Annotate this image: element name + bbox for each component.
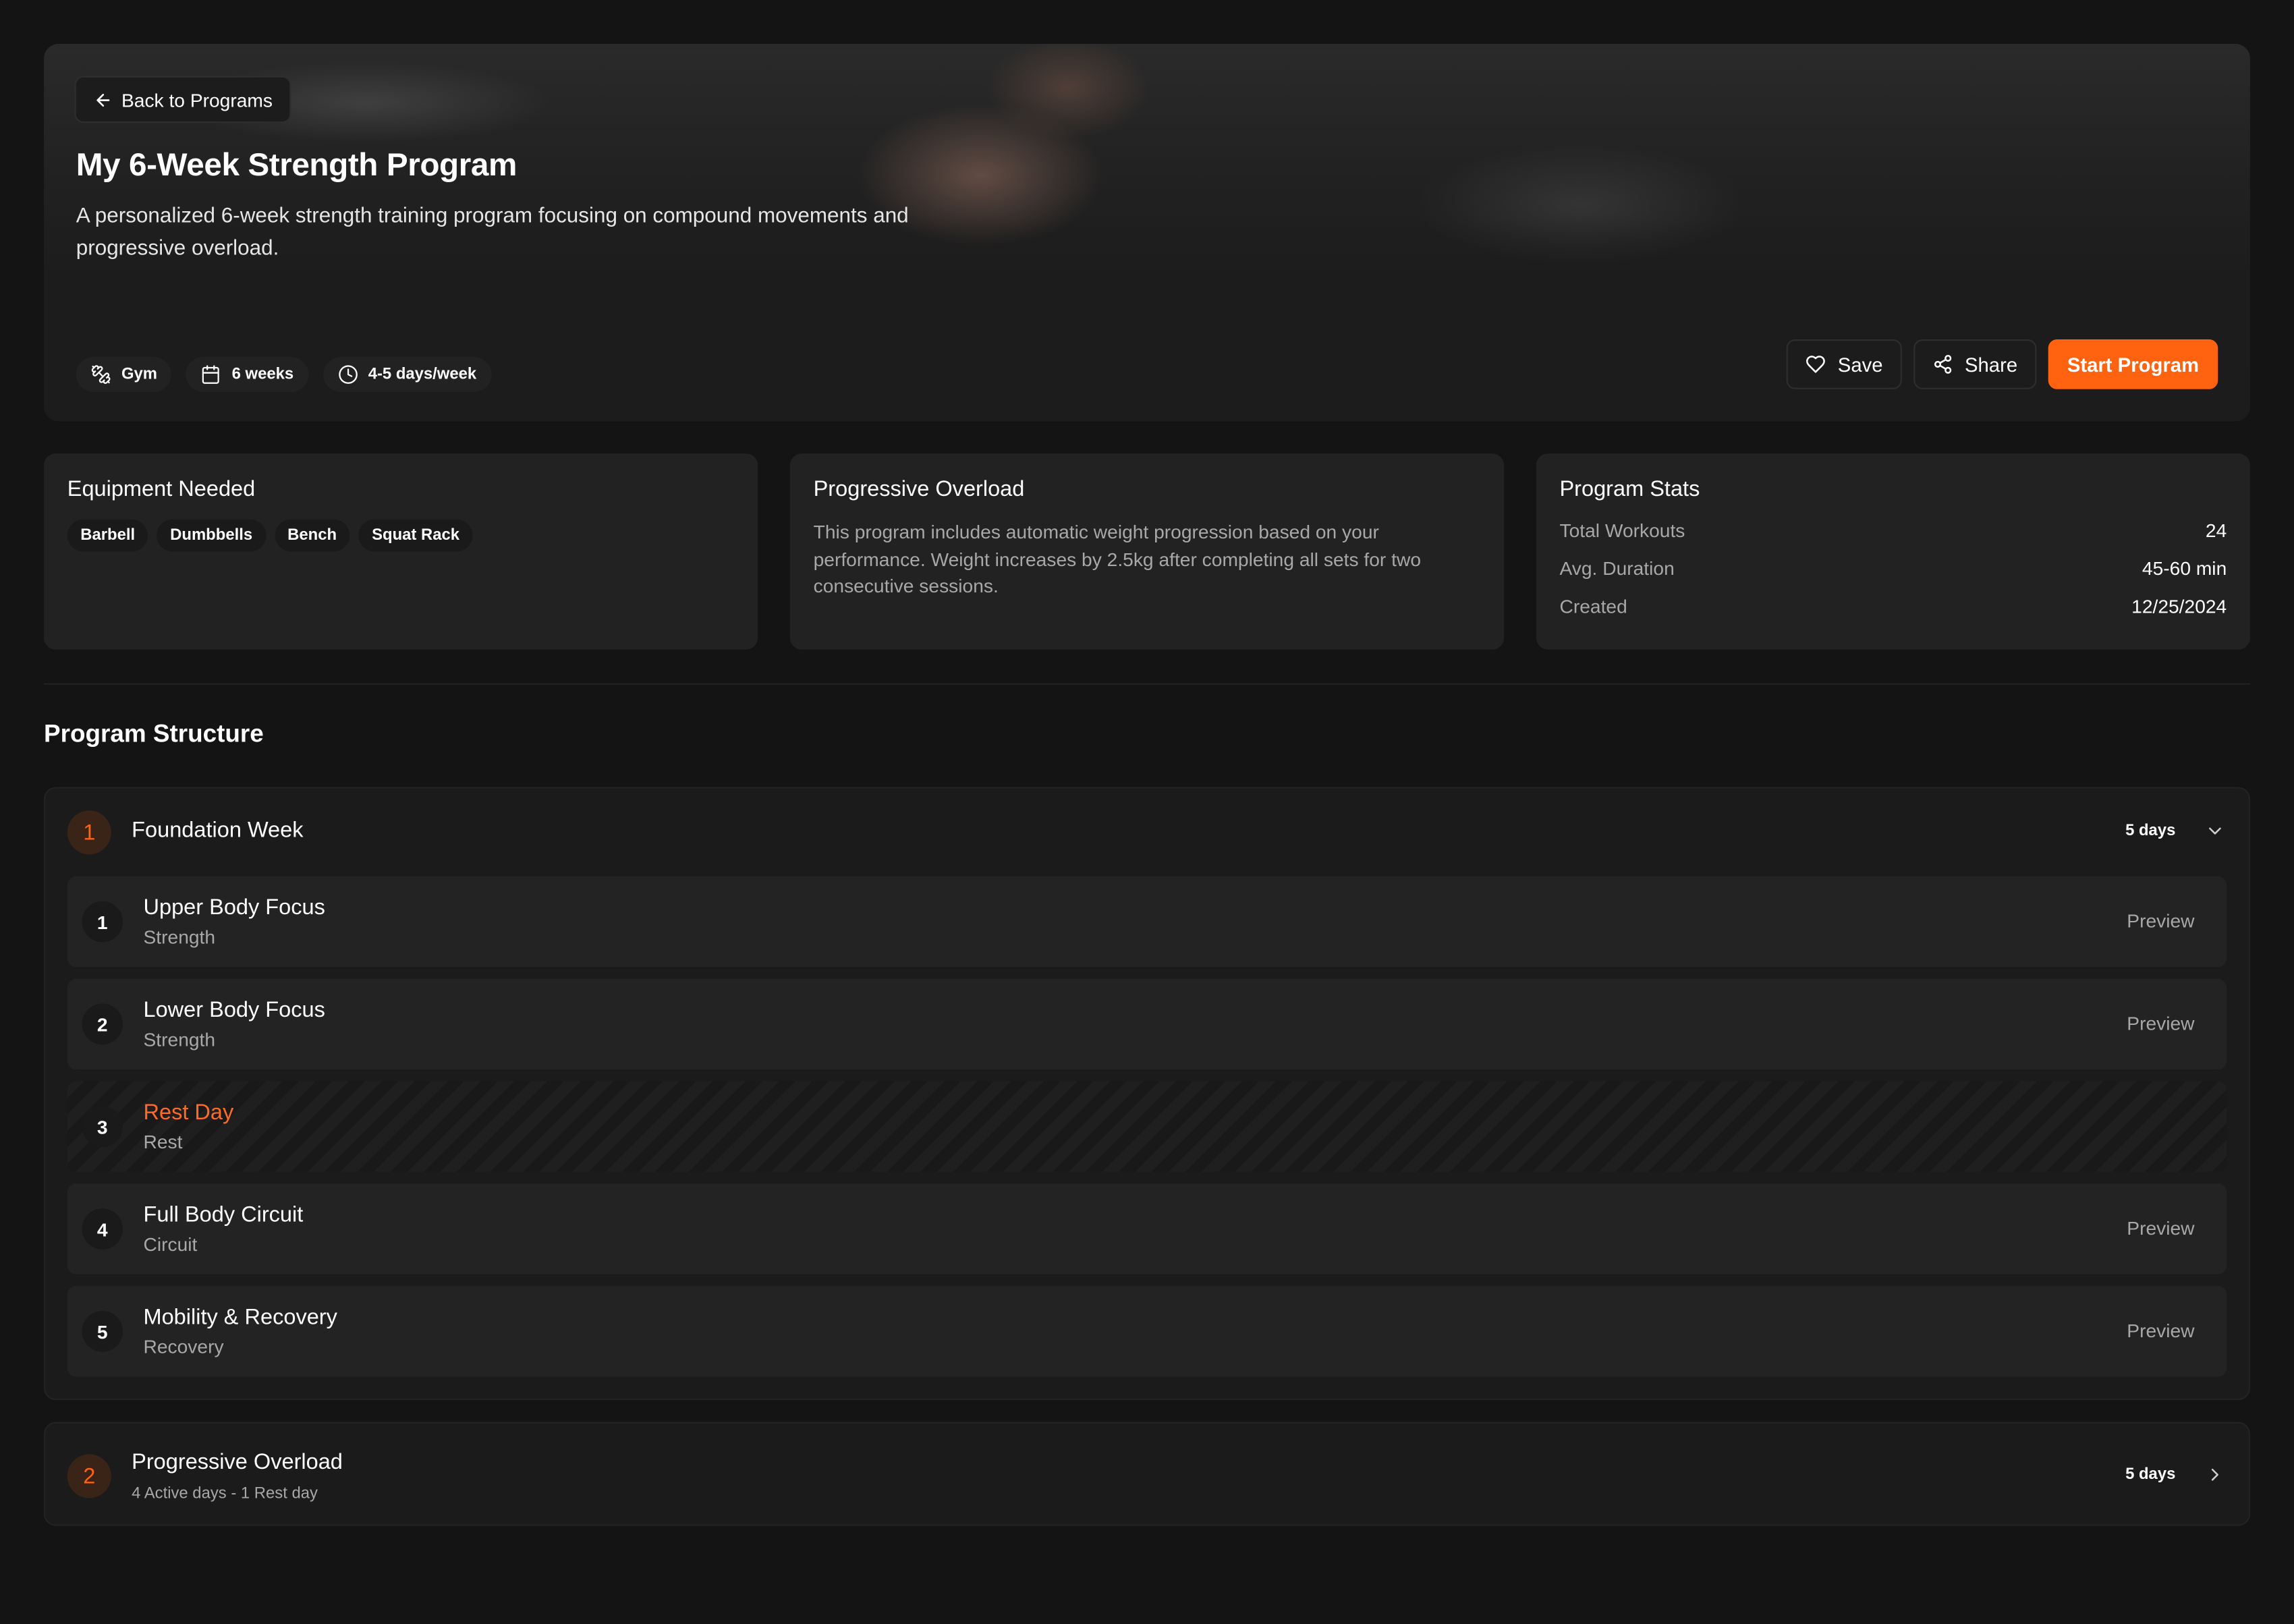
save-button[interactable]: Save — [1786, 339, 1902, 389]
share-icon — [1932, 354, 1953, 374]
day-title: Lower Body Focus — [143, 997, 325, 1023]
week-subtitle: 4 Active days - 1 Rest day — [132, 1484, 318, 1503]
equipment-list: Barbell Dumbbells Bench Squat Rack — [67, 519, 735, 552]
calendar-icon — [201, 364, 221, 385]
page-root: Back to Programs My 6-Week Strength Prog… — [0, 0, 2294, 1624]
heart-icon — [1806, 354, 1826, 374]
day-number: 2 — [82, 1003, 123, 1045]
progressive-overload-card: Progressive Overload This program includ… — [789, 453, 1505, 650]
equipment-chip: Barbell — [67, 519, 148, 552]
equipment-chip: Dumbbells — [157, 519, 266, 552]
equipment-title: Equipment Needed — [67, 476, 256, 502]
stat-total-workouts: Total Workouts 24 — [1559, 519, 2227, 542]
tag-duration: 6 weeks — [186, 357, 308, 393]
equipment-card: Equipment Needed Barbell Dumbbells Bench… — [44, 453, 758, 650]
preview-button[interactable]: Preview — [2127, 1217, 2194, 1239]
day-type: Strength — [143, 1028, 216, 1051]
overload-title: Progressive Overload — [813, 476, 1025, 502]
week-title: Progressive Overload — [132, 1449, 343, 1475]
week-days-count: 5 days — [2125, 822, 2176, 840]
day-row[interactable]: 2 Lower Body Focus Strength Preview — [67, 978, 2227, 1070]
day-row[interactable]: 5 Mobility & Recovery Recovery Preview — [67, 1285, 2227, 1377]
back-label: Back to Programs — [121, 88, 273, 111]
day-title: Full Body Circuit — [143, 1202, 304, 1228]
day-number: 4 — [82, 1208, 123, 1250]
chevron-right-icon[interactable] — [2205, 1465, 2225, 1485]
program-hero: Back to Programs My 6-Week Strength Prog… — [44, 44, 2250, 422]
week-title: Foundation Week — [132, 818, 304, 843]
week-header-1[interactable]: 1 Foundation Week 5 days — [45, 789, 2249, 876]
equipment-chip: Squat Rack — [358, 519, 473, 552]
day-number: 3 — [82, 1106, 123, 1148]
day-number: 5 — [82, 1310, 123, 1352]
day-title: Mobility & Recovery — [143, 1305, 337, 1331]
program-tags: Gym 6 weeks 4-5 days/week — [76, 357, 491, 393]
program-description: A personalized 6-week strength training … — [76, 204, 909, 260]
program-title: My 6-Week Strength Program — [76, 146, 517, 184]
clock-icon — [337, 364, 358, 385]
program-actions: Save Share Start Program — [1786, 339, 2218, 389]
share-button[interactable]: Share — [1913, 339, 2037, 389]
start-program-button[interactable]: Start Program — [2048, 339, 2218, 389]
preview-button[interactable]: Preview — [2127, 910, 2194, 932]
week-number-badge: 1 — [67, 810, 111, 855]
program-structure-title: Program Structure — [44, 719, 264, 748]
program-stats-card: Program Stats Total Workouts 24 Avg. Dur… — [1536, 453, 2250, 650]
rest-day-row: 3 Rest Day Rest — [67, 1081, 2227, 1172]
preview-button[interactable]: Preview — [2127, 1320, 2194, 1342]
preview-button[interactable]: Preview — [2127, 1013, 2194, 1035]
day-type: Circuit — [143, 1233, 198, 1256]
equipment-chip: Bench — [274, 519, 350, 552]
tag-location: Gym — [76, 357, 172, 393]
week-number-badge: 2 — [67, 1454, 111, 1499]
stats-title: Program Stats — [1559, 476, 1700, 502]
overload-text: This program includes automatic weight p… — [813, 520, 1421, 597]
dumbbell-icon — [90, 364, 111, 385]
day-title: Rest Day — [143, 1100, 234, 1125]
tag-frequency: 4-5 days/week — [323, 357, 491, 393]
arrow-left-icon — [94, 90, 113, 109]
week-header-2[interactable]: 2 Progressive Overload 4 Active days - 1… — [45, 1424, 2249, 1528]
back-to-programs-button[interactable]: Back to Programs — [74, 76, 292, 123]
day-type: Recovery — [143, 1335, 224, 1358]
day-type: Rest — [143, 1131, 183, 1153]
chevron-down-icon[interactable] — [2205, 820, 2225, 841]
week-panel-1: 1 Foundation Week 5 days 1 Upper Body Fo… — [44, 787, 2250, 1401]
week-days-count: 5 days — [2125, 1465, 2176, 1484]
day-type: Strength — [143, 926, 216, 949]
week-panel-2[interactable]: 2 Progressive Overload 4 Active days - 1… — [44, 1422, 2250, 1526]
stat-avg-duration: Avg. Duration 45-60 min — [1559, 557, 2227, 580]
stat-created: Created 12/25/2024 — [1559, 595, 2227, 618]
day-title: Upper Body Focus — [143, 895, 325, 920]
day-row[interactable]: 4 Full Body Circuit Circuit Preview — [67, 1183, 2227, 1275]
section-divider — [44, 683, 2250, 685]
day-row[interactable]: 1 Upper Body Focus Strength Preview — [67, 876, 2227, 968]
day-number: 1 — [82, 901, 123, 943]
